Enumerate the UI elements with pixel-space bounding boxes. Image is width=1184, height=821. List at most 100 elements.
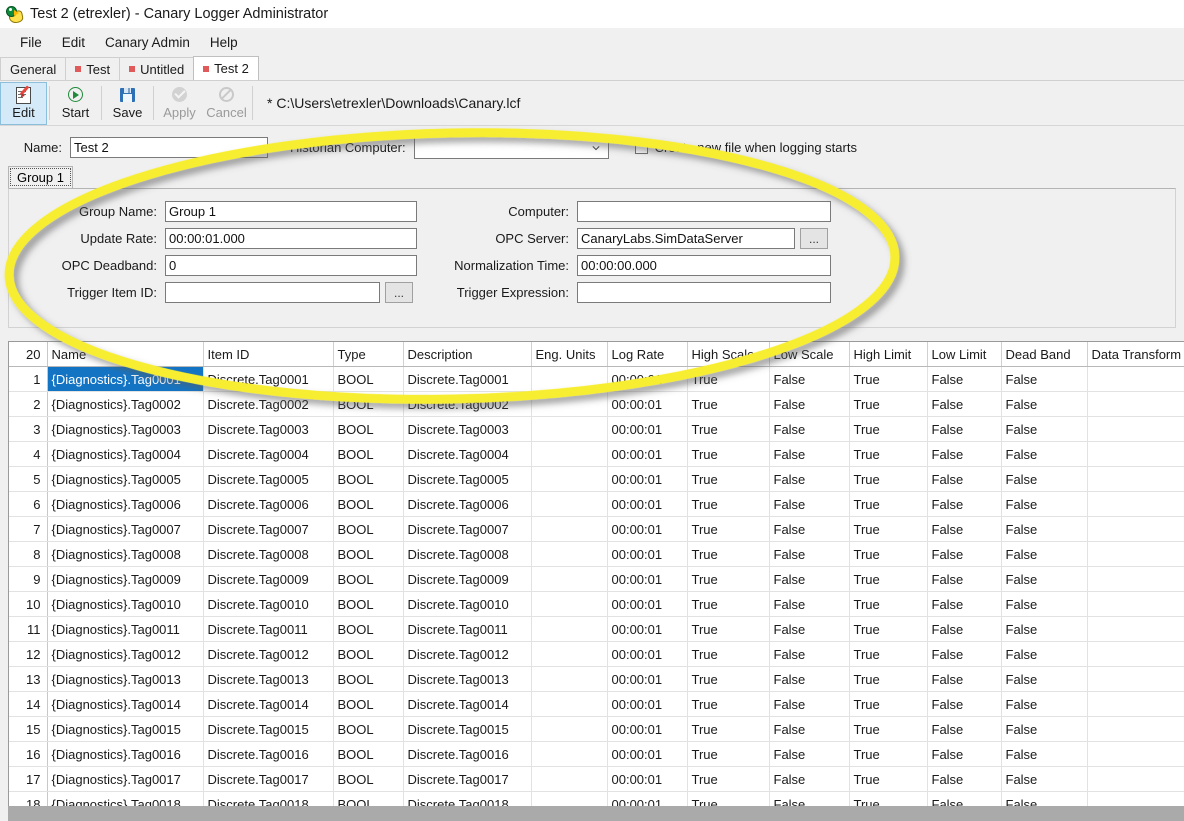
grid-cell[interactable]: True bbox=[687, 741, 770, 767]
grid-cell[interactable] bbox=[531, 391, 608, 417]
grid-cell[interactable]: Discrete.Tag0015 bbox=[403, 716, 532, 742]
grid-cell[interactable]: False bbox=[1001, 416, 1088, 442]
grid-cell[interactable] bbox=[1087, 766, 1184, 792]
grid-cell[interactable]: False bbox=[769, 441, 850, 467]
grid-cell[interactable]: Discrete.Tag0014 bbox=[203, 691, 334, 717]
grid-cell[interactable]: False bbox=[1001, 691, 1088, 717]
grid-cell[interactable]: True bbox=[687, 691, 770, 717]
grid-cell[interactable]: Discrete.Tag0011 bbox=[203, 616, 334, 642]
grid-cell[interactable]: True bbox=[687, 491, 770, 517]
grid-cell[interactable] bbox=[531, 716, 608, 742]
grid-cell[interactable]: BOOL bbox=[333, 691, 404, 717]
grid-cell[interactable]: True bbox=[687, 541, 770, 567]
grid-cell[interactable]: 00:00:01 bbox=[607, 691, 688, 717]
grid-cell[interactable]: 00:00:01 bbox=[607, 391, 688, 417]
opc-server-browse-button[interactable]: ... bbox=[800, 228, 828, 249]
grid-cell[interactable]: True bbox=[687, 566, 770, 592]
grid-cell[interactable]: True bbox=[849, 491, 928, 517]
grid-cell[interactable]: False bbox=[769, 516, 850, 542]
table-row[interactable]: 4 {Diagnostics}.Tag0004 Discrete.Tag0004 BO… bbox=[9, 441, 1184, 467]
grid-cell[interactable]: {Diagnostics}.Tag0016 bbox=[47, 741, 204, 767]
grid-cell[interactable]: BOOL bbox=[333, 491, 404, 517]
grid-cell[interactable]: False bbox=[1001, 616, 1088, 642]
grid-cell[interactable] bbox=[1087, 366, 1184, 392]
grid-cell[interactable]: True bbox=[687, 391, 770, 417]
grid-cell[interactable] bbox=[1087, 666, 1184, 692]
tab-test-2[interactable]: Test 2 bbox=[193, 56, 259, 80]
grid-cell[interactable] bbox=[1087, 691, 1184, 717]
grid-cell[interactable]: False bbox=[1001, 491, 1088, 517]
grid-cell[interactable]: False bbox=[769, 366, 850, 392]
grid-cell[interactable] bbox=[531, 616, 608, 642]
tab-test[interactable]: Test bbox=[65, 57, 121, 80]
grid-cell[interactable]: False bbox=[769, 791, 850, 806]
save-button[interactable]: Save bbox=[104, 82, 151, 125]
grid-cell[interactable] bbox=[531, 641, 608, 667]
grid-cell[interactable]: True bbox=[849, 566, 928, 592]
row-number-cell[interactable]: 17 bbox=[9, 766, 48, 792]
grid-cell[interactable]: True bbox=[849, 741, 928, 767]
grid-cell[interactable]: False bbox=[1001, 741, 1088, 767]
grid-cell[interactable]: False bbox=[927, 491, 1002, 517]
grid-cell[interactable]: True bbox=[849, 641, 928, 667]
edit-button[interactable]: Edit bbox=[0, 81, 47, 125]
grid-cell[interactable]: {Diagnostics}.Tag0009 bbox=[47, 566, 204, 592]
grid-cell[interactable]: BOOL bbox=[333, 441, 404, 467]
grid-cell[interactable] bbox=[1087, 591, 1184, 617]
grid-cell[interactable]: 00:00:01 bbox=[607, 516, 688, 542]
grid-cell[interactable]: 00:00:01 bbox=[607, 416, 688, 442]
row-number-cell[interactable]: 7 bbox=[9, 516, 48, 542]
grid-cell-selected[interactable]: {Diagnostics}.Tag0001 bbox=[47, 366, 204, 392]
grid-cell[interactable]: False bbox=[927, 591, 1002, 617]
grid-cell[interactable]: False bbox=[769, 591, 850, 617]
grid-cell[interactable] bbox=[531, 366, 608, 392]
grid-cell[interactable]: True bbox=[849, 416, 928, 442]
grid-cell[interactable]: False bbox=[769, 766, 850, 792]
column-header-description[interactable]: Description bbox=[403, 342, 532, 367]
table-row[interactable]: 17 {Diagnostics}.Tag0017 Discrete.Tag0017 B… bbox=[9, 766, 1184, 792]
grid-cell[interactable]: {Diagnostics}.Tag0012 bbox=[47, 641, 204, 667]
grid-cell[interactable]: {Diagnostics}.Tag0002 bbox=[47, 391, 204, 417]
column-header-low-scale[interactable]: Low Scale bbox=[769, 342, 850, 367]
table-row[interactable]: 1 {Diagnostics}.Tag0001 Discrete.Tag0001 BO… bbox=[9, 366, 1184, 392]
grid-cell[interactable]: False bbox=[927, 366, 1002, 392]
grid-cell[interactable]: BOOL bbox=[333, 766, 404, 792]
grid-cell[interactable]: False bbox=[927, 791, 1002, 806]
menu-item-edit[interactable]: Edit bbox=[52, 31, 95, 54]
grid-cell[interactable] bbox=[531, 566, 608, 592]
apply-button[interactable]: Apply bbox=[156, 82, 203, 125]
row-number-cell[interactable]: 18 bbox=[9, 791, 48, 806]
grid-cell[interactable]: True bbox=[849, 541, 928, 567]
grid-cell[interactable]: Discrete.Tag0001 bbox=[403, 366, 532, 392]
grid-cell[interactable]: BOOL bbox=[333, 591, 404, 617]
grid-cell[interactable]: False bbox=[1001, 641, 1088, 667]
grid-cell[interactable]: False bbox=[1001, 666, 1088, 692]
grid-cell[interactable] bbox=[1087, 741, 1184, 767]
grid-cell[interactable]: 00:00:01 bbox=[607, 491, 688, 517]
grid-cell[interactable]: {Diagnostics}.Tag0014 bbox=[47, 691, 204, 717]
historian-computer-dropdown[interactable] bbox=[413, 135, 609, 159]
row-number-cell[interactable]: 4 bbox=[9, 441, 48, 467]
grid-cell[interactable]: {Diagnostics}.Tag0003 bbox=[47, 416, 204, 442]
row-number-cell[interactable]: 10 bbox=[9, 591, 48, 617]
table-row[interactable]: 12 {Diagnostics}.Tag0012 Discrete.Tag0012 B… bbox=[9, 641, 1184, 667]
table-row[interactable]: 15 {Diagnostics}.Tag0015 Discrete.Tag0015 B… bbox=[9, 716, 1184, 742]
grid-cell[interactable] bbox=[1087, 516, 1184, 542]
table-row[interactable]: 7 {Diagnostics}.Tag0007 Discrete.Tag0007 BO… bbox=[9, 516, 1184, 542]
grid-cell[interactable]: 00:00:01 bbox=[607, 466, 688, 492]
grid-cell[interactable]: Discrete.Tag0007 bbox=[403, 516, 532, 542]
start-button[interactable]: Start bbox=[52, 82, 99, 125]
grid-cell[interactable]: Discrete.Tag0016 bbox=[403, 741, 532, 767]
grid-cell[interactable]: BOOL bbox=[333, 416, 404, 442]
grid-cell[interactable] bbox=[531, 691, 608, 717]
grid-cell[interactable]: True bbox=[687, 366, 770, 392]
table-row[interactable]: 16 {Diagnostics}.Tag0016 Discrete.Tag0016 B… bbox=[9, 741, 1184, 767]
grid-cell[interactable]: BOOL bbox=[333, 566, 404, 592]
column-header-name[interactable]: Name bbox=[47, 342, 204, 367]
grid-cell[interactable]: False bbox=[769, 616, 850, 642]
grid-cell[interactable]: False bbox=[927, 716, 1002, 742]
grid-cell[interactable]: Discrete.Tag0004 bbox=[403, 441, 532, 467]
row-number-cell[interactable]: 12 bbox=[9, 641, 48, 667]
create-new-file-checkbox-row[interactable]: Create new file when logging starts bbox=[634, 140, 857, 155]
grid-cell[interactable]: BOOL bbox=[333, 666, 404, 692]
